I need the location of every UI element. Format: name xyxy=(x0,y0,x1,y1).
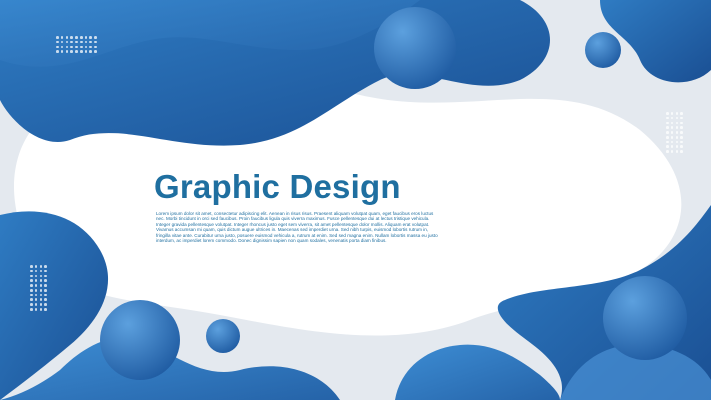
dot-grid-right xyxy=(666,112,683,153)
sphere-bottom-right xyxy=(603,276,687,360)
page-title: Graphic Design xyxy=(154,168,401,205)
sphere-bottom-left-small xyxy=(206,319,240,353)
dot-grid-top-left xyxy=(56,36,97,53)
sphere-top-center xyxy=(374,7,456,89)
sphere-top-right xyxy=(585,32,621,68)
sphere-bottom-left-large xyxy=(100,300,180,380)
body-paragraph: Lorem ipsum dolor sit amet, consectetur … xyxy=(156,211,438,244)
graphic-design-banner: Graphic Design Lorem ipsum dolor sit ame… xyxy=(0,0,711,400)
dot-grid-left xyxy=(30,265,47,311)
